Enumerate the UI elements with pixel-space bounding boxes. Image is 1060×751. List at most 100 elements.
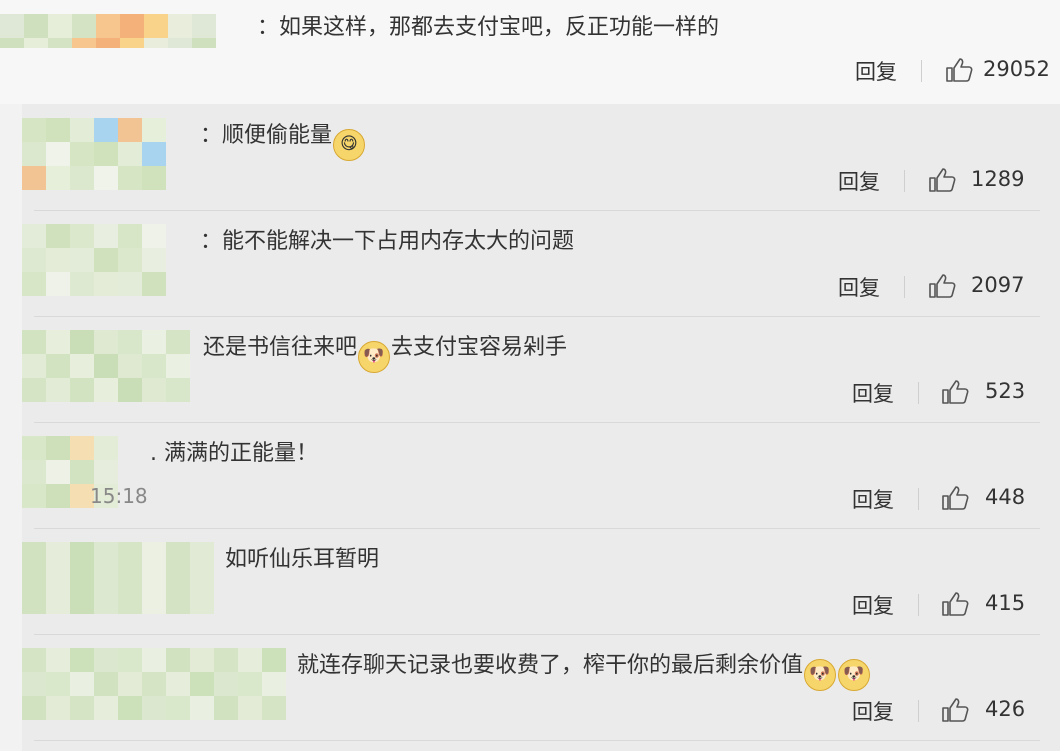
avatar-mosaic-tile [214, 672, 238, 696]
avatar-mosaic-tile [48, 14, 72, 38]
avatar-mosaic-tile [70, 142, 94, 166]
avatar[interactable] [22, 648, 292, 720]
thumbs-up-icon[interactable] [940, 696, 970, 724]
avatar[interactable] [22, 330, 202, 402]
avatar-mosaic-tile [24, 38, 48, 48]
avatar-mosaic-tile [214, 696, 238, 720]
thumbs-up-icon[interactable] [940, 484, 970, 512]
avatar-mosaic-tile [168, 14, 192, 38]
avatar-mosaic-tile [118, 272, 142, 296]
like-count: 2097 [971, 273, 1025, 297]
avatar-mosaic-tile [142, 224, 166, 248]
comment-item: ：如果这样，那都去支付宝吧，反正功能一样的 回复 29052 [0, 0, 1060, 106]
reply-button[interactable]: 回复 [852, 696, 894, 726]
avatar-mosaic-tile [70, 672, 94, 696]
avatar-mosaic-tile [0, 14, 24, 38]
avatar-mosaic-tile [70, 330, 94, 354]
reply-button[interactable]: 回复 [838, 272, 880, 302]
avatar-mosaic-tile [118, 248, 142, 272]
avatar-mosaic-tile [46, 542, 70, 566]
avatar-mosaic-tile [190, 590, 214, 614]
reply-button[interactable]: 回复 [852, 590, 894, 620]
avatar[interactable] [22, 224, 172, 296]
avatar-mosaic-tile [46, 436, 70, 460]
avatar-mosaic-tile [168, 38, 192, 48]
avatar-mosaic-tile [142, 142, 166, 166]
avatar-mosaic-tile [166, 590, 190, 614]
avatar-mosaic-tile [94, 248, 118, 272]
avatar-mosaic-tile [46, 248, 70, 272]
action-separator [918, 700, 919, 722]
avatar-mosaic-tile [118, 696, 142, 720]
avatar-mosaic-tile [190, 542, 214, 566]
avatar[interactable] [22, 118, 172, 190]
avatar-mosaic-tile [192, 38, 216, 48]
thumbs-up-icon[interactable] [927, 272, 957, 300]
avatar[interactable] [0, 14, 225, 48]
avatar-mosaic-tile [70, 248, 94, 272]
reply-button[interactable]: 回复 [852, 378, 894, 408]
avatar-mosaic-tile [94, 118, 118, 142]
avatar-mosaic-tile [46, 566, 70, 590]
avatar-mosaic-tile [22, 460, 46, 484]
avatar-mosaic-tile [22, 224, 46, 248]
avatar-mosaic-tile [70, 378, 94, 402]
avatar-mosaic-tile [120, 38, 144, 48]
avatar-mosaic-tile [214, 648, 238, 672]
avatar-mosaic-tile [46, 330, 70, 354]
avatar-mosaic-tile [94, 460, 118, 484]
comment-divider [34, 528, 1040, 529]
thumbs-up-icon[interactable] [940, 378, 970, 406]
action-separator [921, 60, 922, 82]
avatar-mosaic-tile [22, 566, 46, 590]
avatar-mosaic-tile [70, 354, 94, 378]
thumbs-up-icon[interactable] [927, 166, 957, 194]
avatar-mosaic-tile [118, 590, 142, 614]
avatar-mosaic-tile [142, 378, 166, 402]
lick-emoji: 😋 [333, 129, 366, 161]
comment-item: ：能不能解决一下占用内存太大的问题回复 2097 [0, 212, 1060, 318]
avatar-mosaic-tile [118, 224, 142, 248]
avatar-mosaic-tile [46, 118, 70, 142]
avatar-mosaic-tile [22, 248, 46, 272]
avatar-mosaic-tile [142, 272, 166, 296]
comment-text-tail: 去支付宝容易剁手 [391, 335, 568, 360]
comment-text: ：能不能解决一下占用内存太大的问题 [200, 228, 574, 256]
thumbs-up-icon[interactable] [940, 590, 970, 618]
avatar-mosaic-tile [166, 330, 190, 354]
avatar[interactable] [22, 542, 217, 614]
avatar-mosaic-tile [118, 166, 142, 190]
avatar-mosaic-tile [118, 378, 142, 402]
avatar-mosaic-tile [118, 142, 142, 166]
avatar-mosaic-tile [166, 354, 190, 378]
avatar-mosaic-tile [166, 566, 190, 590]
avatar-mosaic-tile [72, 14, 96, 38]
avatar-mosaic-tile [48, 38, 72, 48]
avatar-mosaic-tile [94, 224, 118, 248]
avatar-mosaic-tile [22, 166, 46, 190]
avatar-mosaic-tile [118, 354, 142, 378]
thumbs-up-icon[interactable] [944, 56, 974, 84]
like-count: 523 [985, 379, 1026, 403]
avatar-mosaic-tile [46, 484, 70, 508]
avatar-mosaic-tile [94, 566, 118, 590]
avatar-mosaic-tile [46, 672, 70, 696]
avatar-mosaic-tile [262, 648, 286, 672]
avatar-mosaic-tile [0, 38, 24, 48]
reply-button[interactable]: 回复 [855, 56, 897, 86]
avatar-mosaic-tile [118, 672, 142, 696]
comment-item: 就连存聊天记录也要收费了，榨干你的最后剩余价值 🐶 🐶 回复 426 [0, 636, 1060, 742]
comment-text: 还是书信往来吧 🐶 去支付宝容易剁手 [203, 334, 567, 373]
action-separator [918, 488, 919, 510]
avatar-mosaic-tile [166, 696, 190, 720]
avatar-mosaic-tile [22, 354, 46, 378]
avatar-mosaic-tile [46, 224, 70, 248]
avatar-mosaic-tile [46, 460, 70, 484]
avatar-mosaic-tile [94, 436, 118, 460]
avatar-mosaic-tile [142, 330, 166, 354]
avatar-mosaic-tile [22, 436, 46, 460]
reply-button[interactable]: 回复 [852, 484, 894, 514]
reply-button[interactable]: 回复 [838, 166, 880, 196]
like-count: 29052 [983, 57, 1050, 81]
comment-item: . 满满的正能量！ 15:18 回复 448 [0, 424, 1060, 530]
